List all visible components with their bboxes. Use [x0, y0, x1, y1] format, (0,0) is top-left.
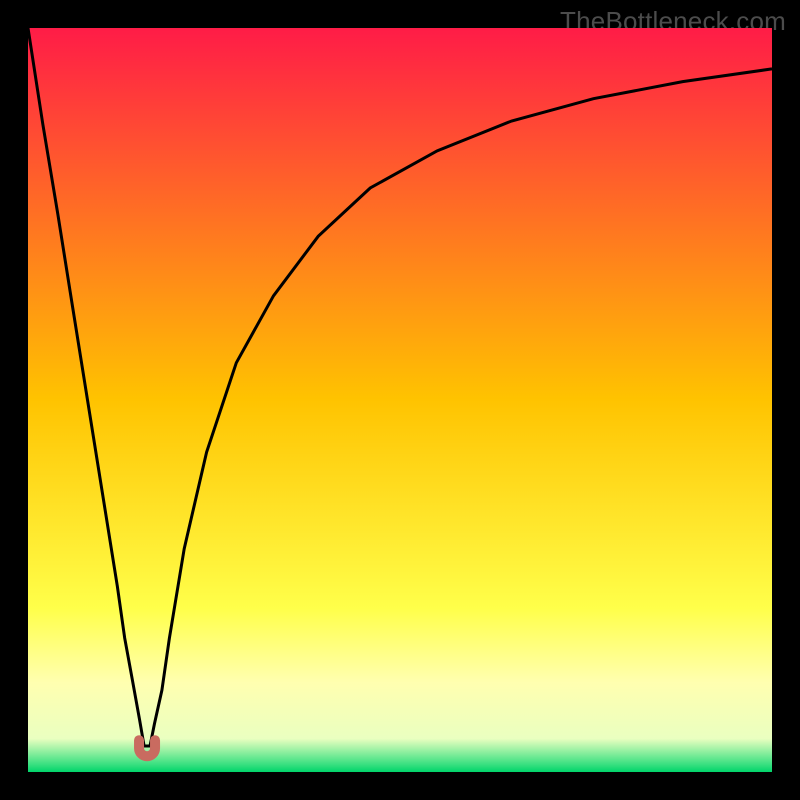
plot-svg — [28, 28, 772, 772]
gradient-background — [28, 28, 772, 772]
plot-area — [28, 28, 772, 772]
chart-frame: TheBottleneck.com — [0, 0, 800, 800]
